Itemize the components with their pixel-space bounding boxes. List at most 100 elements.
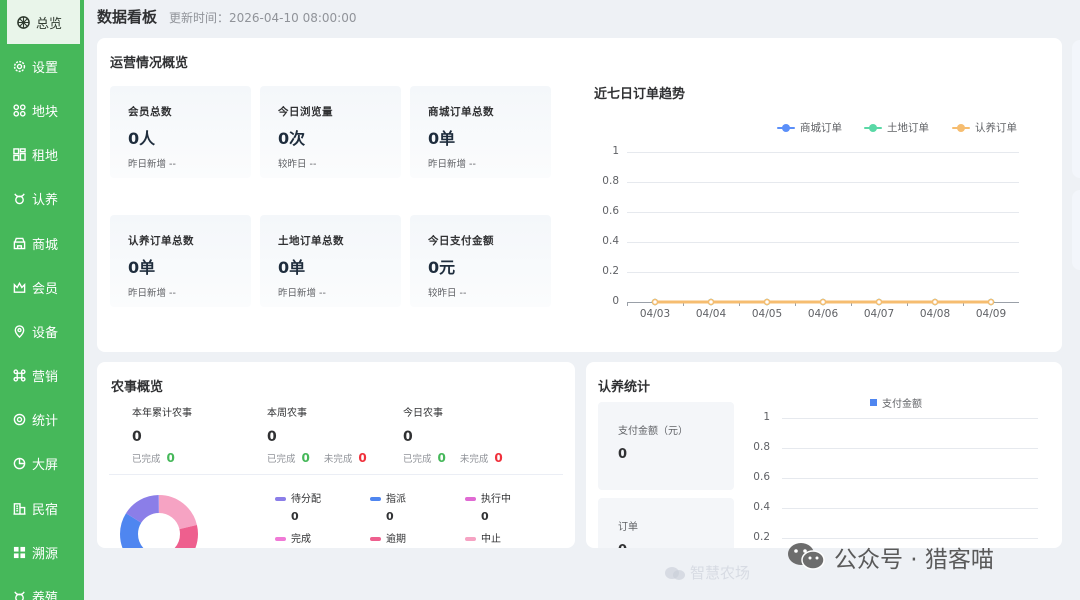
farm-label: 本年累计农事 [132, 408, 192, 419]
sidebar-item-label: 总览 [36, 16, 63, 32]
sidebar-item-label: 统计 [32, 414, 59, 430]
farm-today: 今日农事 0 已完成 0 未完成 0 [403, 404, 517, 465]
adopt-gridline [782, 418, 1038, 419]
farm-status: 已完成 0 未完成 0 [403, 451, 517, 465]
legend-stopped: 中止 [465, 530, 501, 545]
adopt-value: 0 [618, 543, 734, 548]
adopt-y-tick: 0.2 [753, 531, 770, 543]
sidebar-item-12[interactable]: 溯源 [0, 530, 84, 574]
edge-card [1072, 190, 1080, 270]
sidebar-item-label: 溯源 [32, 546, 59, 562]
todo-count: 0 [358, 451, 367, 465]
sidebar-item-4[interactable]: 认养 [0, 177, 84, 221]
adopt-amount-box: 支付金额（元） 0 [598, 402, 734, 490]
chart-point[interactable] [707, 298, 715, 306]
livestock-icon [12, 590, 26, 600]
sidebar-item-label: 设备 [32, 325, 59, 341]
farm-value: 0 [132, 429, 142, 445]
adopt-label: 支付金额（元） [618, 426, 688, 437]
sidebar-item-11[interactable]: 民宿 [0, 486, 84, 530]
sidebar-item-8[interactable]: 营销 [0, 354, 84, 398]
sidebar-item-5[interactable]: 商城 [0, 221, 84, 265]
sidebar-item-label: 租地 [32, 149, 59, 165]
chart-point[interactable] [819, 298, 827, 306]
legend-label: 待分配 [291, 494, 321, 505]
farm-panel: 农事概览 本年累计农事 0 已完成 0 本周农事 0 已完成 0 未完成 0 今… [97, 362, 575, 548]
done-label: 已完成 [132, 454, 161, 465]
done-count: 0 [166, 451, 175, 465]
legend-swatch [465, 497, 476, 501]
watermark-brand-text: 公众号 · 猎客喵 [834, 547, 994, 573]
farm-title: 农事概览 [111, 380, 164, 395]
adopt-gridline [782, 478, 1038, 479]
watermark-logo-icon [665, 566, 685, 580]
sidebar-item-10[interactable]: 大屏 [0, 442, 84, 486]
chart-plot-area [651, 298, 995, 306]
sidebar-item-label: 认养 [32, 193, 59, 209]
done-count: 0 [437, 451, 446, 465]
adopt-y-tick: 1 [763, 411, 770, 423]
sidebar-item-label: 养殖 [32, 591, 59, 600]
adopt-order-box: 订单 0 [598, 498, 734, 548]
sidebar-item-label: 大屏 [32, 458, 59, 474]
sidebar-item-label: 设置 [32, 60, 59, 76]
crown-icon [12, 280, 26, 294]
adopt-gridline [782, 538, 1038, 539]
page-title: 数据看板 [97, 8, 158, 26]
farm-label: 本周农事 [267, 408, 307, 419]
adopt-gridline [782, 448, 1038, 449]
sidebar: 总览设置地块租地认养商城会员设备营销统计大屏民宿溯源养殖 [0, 0, 84, 600]
legend-swatch [370, 537, 381, 541]
operations-panel: 运营情况概览 会员总数 0人 昨日新增 -- 今日浏览量 0次 较昨日 -- 商… [97, 38, 1062, 352]
legend-label: 执行中 [481, 494, 511, 505]
chart-point[interactable] [987, 298, 995, 306]
sidebar-item-1[interactable]: 设置 [0, 44, 84, 88]
legend-count: 0 [386, 510, 394, 523]
legend-swatch [465, 537, 476, 541]
chart-point[interactable] [763, 298, 771, 306]
pie-icon [12, 457, 26, 471]
sidebar-item-label: 商城 [32, 237, 59, 253]
chart-point[interactable] [875, 298, 883, 306]
legend-swatch [275, 497, 286, 501]
sidebar-item-label: 地块 [32, 104, 59, 120]
todo-count: 0 [494, 451, 503, 465]
farm-status: 已完成 0 未完成 0 [267, 451, 381, 465]
sidebar-item-2[interactable]: 地块 [0, 88, 84, 132]
done-label: 已完成 [403, 454, 432, 465]
legend-swatch [370, 497, 381, 501]
todo-label: 未完成 [323, 454, 353, 465]
watermark-faded: 智慧农场 [664, 562, 750, 583]
gear-icon [12, 59, 26, 73]
legend-label: 完成 [291, 534, 311, 545]
sidebar-item-7[interactable]: 设备 [0, 309, 84, 353]
sidebar-item-3[interactable]: 租地 [0, 133, 84, 177]
sidebar-item-label: 会员 [32, 281, 59, 297]
watermark-faded-text: 智慧农场 [690, 564, 751, 582]
wechat-icon [788, 543, 825, 570]
legend-count: 0 [481, 510, 489, 523]
command-icon [12, 369, 26, 383]
farm-value: 0 [267, 429, 277, 445]
legend-assigned: 指派 0 [370, 490, 406, 523]
adopt-label: 订单 [618, 522, 638, 533]
legend-overdue: 逾期 [370, 530, 406, 545]
farm-year: 本年累计农事 0 已完成 0 [132, 404, 192, 465]
sidebar-item-label: 民宿 [32, 502, 59, 518]
apps-icon [12, 545, 26, 559]
adopt-y-tick: 0.4 [753, 501, 770, 513]
legend-swatch [870, 399, 877, 406]
sidebar-item-0[interactable]: 总览 [4, 0, 80, 45]
chart-point[interactable] [931, 298, 939, 306]
legend-pending: 待分配 0 [275, 490, 321, 523]
sidebar-item-13[interactable]: 养殖 [0, 574, 84, 600]
legend-complete: 完成 [275, 530, 311, 545]
shop-icon [12, 236, 26, 250]
legend-label: 支付金额 [882, 399, 922, 410]
done-count: 0 [301, 451, 310, 465]
chart-point[interactable] [651, 298, 659, 306]
sidebar-item-9[interactable]: 统计 [0, 398, 84, 442]
adopt-value: 0 [618, 447, 628, 462]
sidebar-item-6[interactable]: 会员 [0, 265, 84, 309]
farm-label: 今日农事 [403, 408, 443, 419]
